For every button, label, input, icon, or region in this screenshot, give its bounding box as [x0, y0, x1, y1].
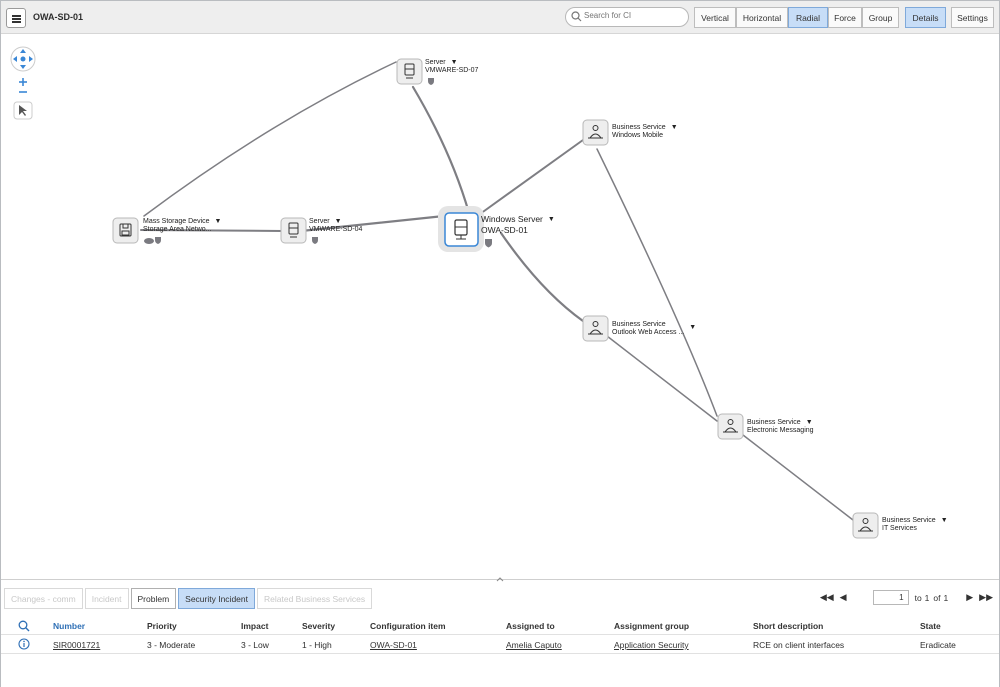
select-pointer-icon[interactable] — [13, 101, 33, 120]
pager-to-value: 1 — [924, 592, 930, 603]
search-input[interactable] — [584, 11, 684, 20]
chevron-down-icon[interactable]: ▼ — [806, 419, 813, 427]
cell-priority: 3 - Moderate — [147, 640, 196, 650]
edge-msd-vm07 — [143, 61, 397, 217]
tab-incident[interactable]: Incident — [84, 588, 129, 609]
search-icon — [571, 11, 582, 22]
previous-page-icon[interactable]: ◀ — [840, 592, 847, 603]
chevron-down-icon[interactable]: ▼ — [451, 59, 458, 67]
related-tabs: Changes - comm Incident Problem Security… — [4, 588, 373, 609]
column-header-number[interactable]: Number — [53, 621, 85, 631]
node-label-msd[interactable]: Mass Storage Device ▼ Storage Area Netwo.… — [143, 218, 221, 234]
security-incident-table: Number Priority Impact Severity Configur… — [1, 616, 999, 654]
tab-related-business-services[interactable]: Related Business Services — [257, 588, 373, 609]
cell-assignment-group-link[interactable]: Application Security — [614, 640, 689, 650]
last-page-icon[interactable]: ▶▶ — [979, 592, 993, 603]
edge-em-owa — [606, 335, 718, 422]
node-label-vm07[interactable]: Server ▼ VMWARE-SD-07 — [425, 59, 478, 75]
next-page-icon[interactable]: ▶ — [966, 592, 973, 603]
app-window: OWA-SD-01 Vertical Horizontal Radial For… — [0, 0, 1000, 687]
node-label-vm04[interactable]: Server ▼ VMWARE-SD-04 — [309, 218, 362, 234]
column-header-impact[interactable]: Impact — [241, 621, 268, 631]
shield-icon — [428, 78, 434, 85]
dependency-map-canvas[interactable]: Windows Server ▼ OWA-SD-01 Server ▼ VMWARE… — [1, 35, 999, 579]
search-box[interactable] — [565, 7, 689, 27]
tab-changes[interactable]: Changes - comm — [4, 588, 83, 609]
column-header-state[interactable]: State — [920, 621, 941, 631]
zoom-in-icon[interactable] — [19, 78, 27, 86]
pager-to-label: to — [914, 592, 922, 603]
column-header-severity[interactable]: Severity — [302, 621, 335, 631]
mass-storage-node — [112, 217, 139, 244]
details-button[interactable]: Details — [905, 7, 946, 28]
cloud-icon — [144, 238, 154, 244]
edge-root-owa — [499, 231, 585, 323]
tab-security-incident[interactable]: Security Incident — [178, 588, 255, 609]
chevron-down-icon[interactable]: ▼ — [215, 218, 222, 226]
hamburger-menu-icon[interactable] — [6, 8, 26, 28]
cell-configuration-item-link[interactable]: OWA-SD-01 — [370, 640, 417, 650]
cell-number-link[interactable]: SIR0001721 — [53, 640, 100, 650]
column-header-configuration-item[interactable]: Configuration item — [370, 621, 446, 631]
node-label-wm[interactable]: Business Service ▼ Windows Mobile — [612, 124, 678, 140]
layout-group-button[interactable]: Group — [862, 7, 899, 28]
business-service-node-owa — [582, 315, 609, 342]
shield-icon — [485, 239, 492, 248]
search-icon[interactable] — [18, 620, 30, 632]
node-label-root[interactable]: Windows Server ▼ OWA-SD-01 — [481, 214, 555, 236]
column-header-priority[interactable]: Priority — [147, 621, 177, 631]
info-icon[interactable] — [18, 638, 30, 650]
top-toolbar: OWA-SD-01 Vertical Horizontal Radial For… — [1, 1, 999, 34]
table-row: SIR0001721 3 - Moderate 3 - Low 1 - High… — [1, 635, 999, 654]
chevron-down-icon[interactable]: ▼ — [941, 517, 948, 525]
node-label-it[interactable]: Business Service ▼ IT Services — [882, 517, 948, 533]
cell-severity: 1 - High — [302, 640, 332, 650]
table-header-row: Number Priority Impact Severity Configur… — [1, 616, 999, 635]
cell-short-description: RCE on client interfaces — [753, 640, 845, 650]
chevron-down-icon[interactable]: ▼ — [671, 124, 678, 132]
layout-radial-button[interactable]: Radial — [788, 7, 828, 28]
pager-of-label: of — [933, 592, 941, 603]
layout-force-button[interactable]: Force — [828, 7, 862, 28]
node-label-owa[interactable]: Business Service Outlook Web Access ... ▼ — [612, 321, 696, 337]
cell-impact: 3 - Low — [241, 640, 269, 650]
server-node-vm04 — [280, 217, 307, 244]
chevron-down-icon[interactable]: ▼ — [335, 218, 342, 226]
chevron-down-icon[interactable]: ▼ — [689, 324, 696, 332]
page-title: OWA-SD-01 — [33, 12, 84, 22]
layout-horizontal-button[interactable]: Horizontal — [736, 7, 788, 28]
edge-wm-em — [596, 148, 718, 417]
related-items-panel: Changes - comm Incident Problem Security… — [1, 577, 999, 687]
pagination: ◀◀ ◀ 1 to 1 of 1 ▶ ▶▶ — [820, 590, 993, 605]
node-label-em[interactable]: Business Service ▼ Electronic Messaging — [747, 419, 814, 435]
windows-server-node — [444, 212, 479, 247]
page-number-input[interactable]: 1 — [872, 590, 909, 605]
column-header-assigned-to[interactable]: Assigned to — [506, 621, 555, 631]
column-header-assignment-group[interactable]: Assignment group — [614, 621, 689, 631]
layout-vertical-button[interactable]: Vertical — [694, 7, 736, 28]
collapse-panel-icon[interactable] — [496, 577, 504, 582]
cell-state: Eradicate — [920, 640, 956, 650]
edge-root-vm07 — [411, 85, 471, 215]
pager-of-value: 1 — [943, 592, 949, 603]
business-service-node-em — [717, 413, 744, 440]
chevron-down-icon[interactable]: ▼ — [548, 214, 555, 225]
business-service-node-wm — [582, 119, 609, 146]
edge-it-em — [742, 434, 854, 521]
column-header-short-description[interactable]: Short description — [753, 621, 823, 631]
business-service-node-it — [852, 512, 879, 539]
tab-problem[interactable]: Problem — [130, 588, 177, 609]
pan-control-icon[interactable] — [10, 46, 36, 72]
cell-assigned-to-link[interactable]: Amelia Caputo — [506, 640, 562, 650]
shield-icon — [155, 237, 161, 244]
first-page-icon[interactable]: ◀◀ — [820, 592, 834, 603]
server-node-vm07 — [396, 58, 423, 85]
settings-button[interactable]: Settings — [951, 7, 994, 28]
shield-icon — [312, 237, 318, 244]
dependency-map — [112, 58, 879, 539]
edge-root-wm — [479, 139, 584, 215]
